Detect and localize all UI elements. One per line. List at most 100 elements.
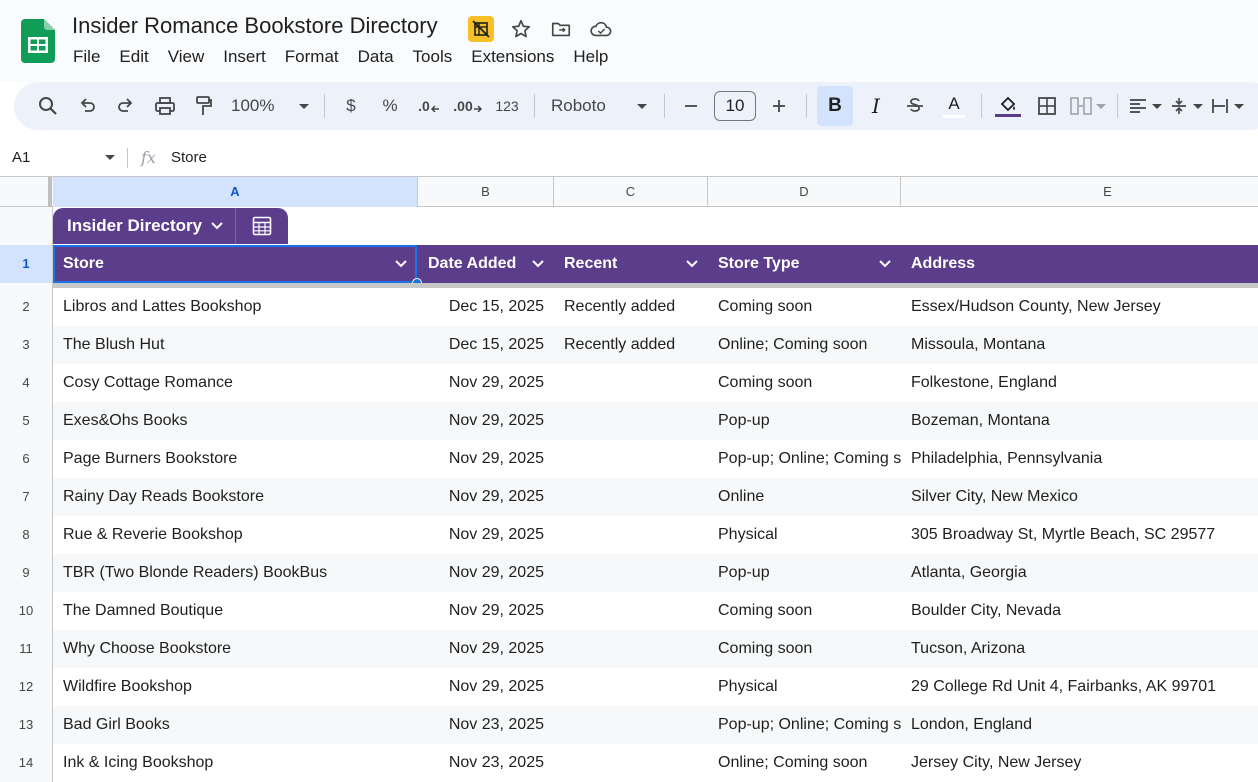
- undo-icon[interactable]: [71, 90, 103, 122]
- cell-address[interactable]: Jersey City, New Jersey: [901, 744, 1258, 782]
- header-cell-store-type[interactable]: Store Type: [708, 245, 901, 283]
- cell-address[interactable]: Boulder City, Nevada: [901, 592, 1258, 630]
- italic-button[interactable]: I: [860, 90, 892, 122]
- cell-recent[interactable]: [554, 478, 708, 516]
- menu-help[interactable]: Help: [564, 46, 618, 68]
- cell-store-type[interactable]: Online; Coming soon: [708, 744, 901, 782]
- row-header-11[interactable]: 11: [0, 630, 52, 668]
- row-header-6[interactable]: 6: [0, 440, 52, 478]
- column-header-e[interactable]: E: [901, 177, 1258, 207]
- sheets-logo-icon[interactable]: [21, 19, 55, 63]
- row-header-2[interactable]: 2: [0, 288, 52, 326]
- row-header-5[interactable]: 5: [0, 402, 52, 440]
- decrease-font-size-icon[interactable]: [675, 90, 707, 122]
- row-header-4[interactable]: 4: [0, 364, 52, 402]
- cell-store-type[interactable]: Coming soon: [708, 630, 901, 668]
- cell-date-added[interactable]: Nov 23, 2025: [418, 744, 554, 782]
- cell-recent[interactable]: [554, 516, 708, 554]
- cell-date-added[interactable]: Dec 15, 2025: [418, 288, 554, 326]
- menu-data[interactable]: Data: [349, 46, 404, 68]
- cell-address[interactable]: Bozeman, Montana: [901, 402, 1258, 440]
- more-formats-button[interactable]: 123: [491, 90, 523, 122]
- cell-store[interactable]: The Damned Boutique: [53, 592, 418, 630]
- filter-chevron-down-icon[interactable]: [532, 260, 544, 268]
- table-calculator-icon[interactable]: [236, 208, 288, 244]
- cell-address[interactable]: Silver City, New Mexico: [901, 478, 1258, 516]
- menu-file[interactable]: File: [64, 46, 110, 68]
- cell-date-added[interactable]: Nov 29, 2025: [418, 516, 554, 554]
- cell-date-added[interactable]: Nov 23, 2025: [418, 706, 554, 744]
- header-cell-store[interactable]: Store: [53, 245, 417, 283]
- cell-recent[interactable]: [554, 592, 708, 630]
- cell-date-added[interactable]: Nov 29, 2025: [418, 478, 554, 516]
- cell-store-type[interactable]: Pop-up: [708, 402, 901, 440]
- cell-store-type[interactable]: Physical: [708, 516, 901, 554]
- star-icon[interactable]: [508, 16, 534, 42]
- cell-address[interactable]: 305 Broadway St, Myrtle Beach, SC 29577: [901, 516, 1258, 554]
- formula-input[interactable]: Store: [171, 149, 207, 166]
- cell-store[interactable]: Bad Girl Books: [53, 706, 418, 744]
- borders-icon[interactable]: [1031, 90, 1063, 122]
- decrease-decimal-button[interactable]: .0: [413, 90, 445, 122]
- cell-address[interactable]: Essex/Hudson County, New Jersey: [901, 288, 1258, 326]
- row-header-9[interactable]: 9: [0, 554, 52, 592]
- row-header-8[interactable]: 8: [0, 516, 52, 554]
- fill-color-icon[interactable]: [992, 90, 1024, 122]
- cell-recent[interactable]: Recently added: [554, 288, 708, 326]
- menu-edit[interactable]: Edit: [110, 46, 158, 68]
- filter-chevron-down-icon[interactable]: [686, 260, 698, 268]
- cell-store[interactable]: Exes&Ohs Books: [53, 402, 418, 440]
- increase-font-size-icon[interactable]: [763, 90, 795, 122]
- column-header-a[interactable]: A: [53, 177, 418, 207]
- cell-recent[interactable]: [554, 402, 708, 440]
- zoom-select[interactable]: 100%: [227, 90, 313, 122]
- table-name-button[interactable]: Insider Directory: [53, 208, 236, 244]
- cell-address[interactable]: 29 College Rd Unit 4, Fairbanks, AK 9970…: [901, 668, 1258, 706]
- cell-recent[interactable]: [554, 668, 708, 706]
- cell-store-type[interactable]: Pop-up: [708, 554, 901, 592]
- cell-address[interactable]: Folkestone, England: [901, 364, 1258, 402]
- document-title[interactable]: Insider Romance Bookstore Directory: [72, 13, 438, 39]
- cell-address[interactable]: Missoula, Montana: [901, 326, 1258, 364]
- increase-decimal-button[interactable]: .00: [452, 90, 484, 122]
- cell-store-type[interactable]: Coming soon: [708, 592, 901, 630]
- cell-store-type[interactable]: Pop-up; Online; Coming s: [708, 706, 901, 744]
- column-header-d[interactable]: D: [708, 177, 901, 207]
- cell-recent[interactable]: [554, 440, 708, 478]
- font-family-select[interactable]: Roboto: [545, 90, 653, 122]
- cell-recent[interactable]: Recently added: [554, 326, 708, 364]
- cell-address[interactable]: Philadelphia, Pennsylvania: [901, 440, 1258, 478]
- move-folder-icon[interactable]: [548, 16, 574, 42]
- cell-store[interactable]: TBR (Two Blonde Readers) BookBus: [53, 554, 418, 592]
- format-currency-button[interactable]: $: [335, 90, 367, 122]
- header-cell-address[interactable]: Address: [901, 245, 1258, 283]
- cloud-status-icon[interactable]: [588, 16, 614, 42]
- row-header-10[interactable]: 10: [0, 592, 52, 630]
- cell-store[interactable]: Cosy Cottage Romance: [53, 364, 418, 402]
- cell-store[interactable]: Why Choose Bookstore: [53, 630, 418, 668]
- text-wrapping-icon[interactable]: [1210, 90, 1244, 122]
- print-icon[interactable]: [149, 90, 181, 122]
- merge-cells-icon[interactable]: [1070, 90, 1106, 122]
- filter-chevron-down-icon[interactable]: [395, 260, 407, 268]
- strikethrough-icon[interactable]: [899, 90, 931, 122]
- cell-store[interactable]: Rue & Reverie Bookshop: [53, 516, 418, 554]
- cell-store[interactable]: Rainy Day Reads Bookstore: [53, 478, 418, 516]
- menu-format[interactable]: Format: [276, 46, 349, 68]
- select-all-corner[interactable]: [0, 177, 52, 207]
- menu-tools[interactable]: Tools: [404, 46, 463, 68]
- cell-store[interactable]: Page Burners Bookstore: [53, 440, 418, 478]
- cell-recent[interactable]: [554, 706, 708, 744]
- cell-store[interactable]: Wildfire Bookshop: [53, 668, 418, 706]
- filter-chevron-down-icon[interactable]: [879, 260, 891, 268]
- cell-store[interactable]: Ink & Icing Bookshop: [53, 744, 418, 782]
- header-cell-date-added[interactable]: Date Added: [418, 245, 554, 283]
- cell-store-type[interactable]: Pop-up; Online; Coming s: [708, 440, 901, 478]
- row-header-7[interactable]: 7: [0, 478, 52, 516]
- cell-store[interactable]: The Blush Hut: [53, 326, 418, 364]
- column-header-b[interactable]: B: [418, 177, 554, 207]
- cell-date-added[interactable]: Nov 29, 2025: [418, 592, 554, 630]
- cell-address[interactable]: London, England: [901, 706, 1258, 744]
- cell-address[interactable]: Tucson, Arizona: [901, 630, 1258, 668]
- cell-date-added[interactable]: Nov 29, 2025: [418, 402, 554, 440]
